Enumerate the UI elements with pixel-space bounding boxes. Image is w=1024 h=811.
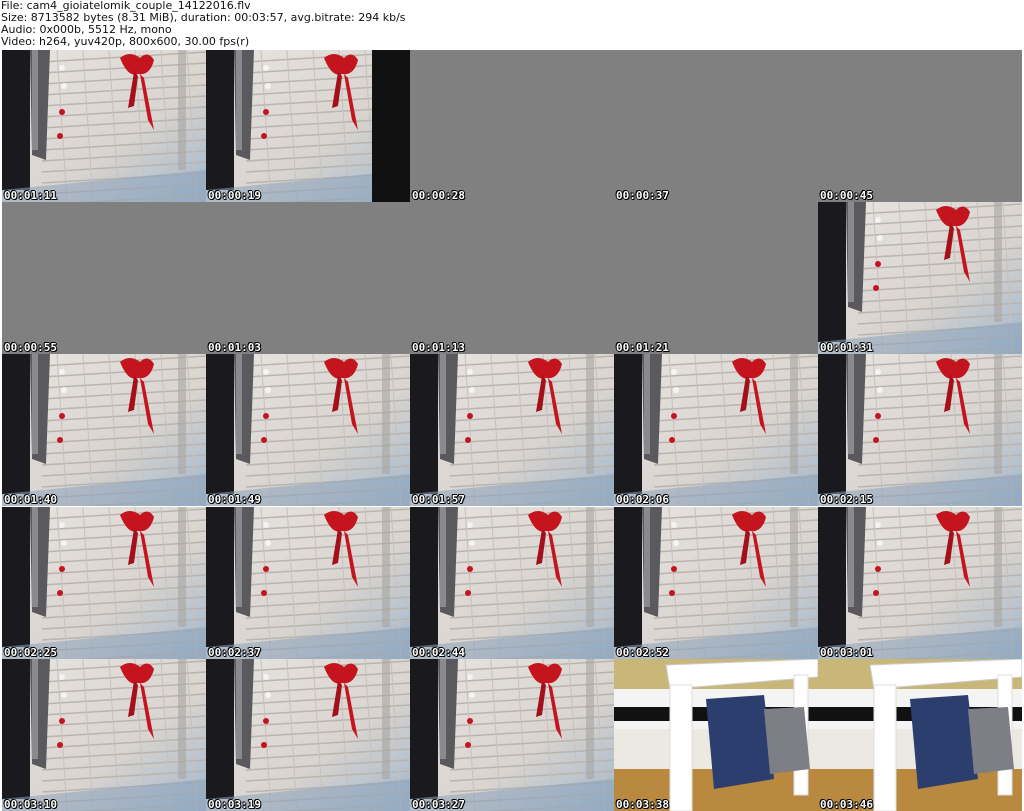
thumbnail-frame: 00:00:55 bbox=[2, 202, 206, 355]
thumbnail-timestamp: 00:03:27 bbox=[412, 797, 465, 811]
thumbnail-frame: 00:02:25 bbox=[2, 506, 206, 659]
thumbnail-timestamp: 00:01:03 bbox=[208, 341, 261, 355]
video-info-line: Video: h264, yuv420p, 800x600, 30.00 fps… bbox=[1, 35, 250, 48]
thumbnail-timestamp: 00:02:06 bbox=[616, 493, 669, 507]
thumbnail-frame: 00:03:01 bbox=[818, 506, 1022, 659]
thumbnail-frame: 00:02:06 bbox=[614, 354, 818, 507]
thumbnail-frame: 00:01:49 bbox=[206, 354, 410, 507]
thumbnail-timestamp: 00:03:38 bbox=[616, 797, 669, 811]
thumbnail-timestamp: 00:02:25 bbox=[4, 645, 57, 659]
thumbnail-frame: 00:03:19 bbox=[206, 658, 410, 811]
thumbnail-timestamp: 00:02:37 bbox=[208, 645, 261, 659]
thumbnail-timestamp: 00:03:46 bbox=[820, 797, 873, 811]
thumbnail-frame: 00:00:45 bbox=[818, 50, 1022, 202]
thumbnail-frame: 00:02:15 bbox=[818, 354, 1022, 507]
thumbnail-timestamp: 00:01:57 bbox=[412, 493, 465, 507]
thumbnail-timestamp: 00:02:44 bbox=[412, 645, 465, 659]
thumbnail-timestamp: 00:01:21 bbox=[616, 341, 669, 355]
thumbnail-frame: 00:03:38 bbox=[614, 658, 818, 811]
thumbnail-timestamp: 00:03:10 bbox=[4, 797, 57, 811]
thumbnail-timestamp: 00:02:52 bbox=[616, 645, 669, 659]
thumbnail-timestamp: 00:00:28 bbox=[412, 189, 465, 202]
thumbnail-frame: 00:01:57 bbox=[410, 354, 614, 507]
thumbnail-frame: 00:03:10 bbox=[2, 658, 206, 811]
thumbnail-frame: 00:03:46 bbox=[818, 658, 1022, 811]
file-info-header: File: cam4_gioiatelomik_couple_14122016.… bbox=[0, 0, 1024, 50]
thumbnail-timestamp: 00:02:15 bbox=[820, 493, 873, 507]
thumbnail-frame: 00:02:37 bbox=[206, 506, 410, 659]
thumbnail-frame: 00:00:37 bbox=[614, 50, 818, 202]
thumbnail-frame: 00:01:11 bbox=[2, 50, 206, 202]
thumbnail-frame: 00:01:03 bbox=[206, 202, 410, 355]
thumbnail-timestamp: 00:03:01 bbox=[820, 645, 873, 659]
thumbnail-frame: 00:01:40 bbox=[2, 354, 206, 507]
thumbnail-grid: 00:01:11 00:00:19 00:00:28 00:00:37 00:00:45… bbox=[0, 50, 1024, 811]
thumbnail-frame: 00:01:21 bbox=[614, 202, 818, 355]
thumbnail-timestamp: 00:00:45 bbox=[820, 189, 873, 202]
thumbnail-frame: 00:01:31 bbox=[818, 202, 1022, 355]
thumbnail-frame: 00:02:52 bbox=[614, 506, 818, 659]
thumbnail-timestamp: 00:00:19 bbox=[208, 189, 261, 202]
thumbnail-timestamp: 00:00:37 bbox=[616, 189, 669, 202]
thumbnail-frame: 00:00:28 bbox=[410, 50, 614, 202]
thumbnail-timestamp: 00:01:49 bbox=[208, 493, 261, 507]
thumbnail-timestamp: 00:01:13 bbox=[412, 341, 465, 355]
thumbnail-timestamp: 00:00:55 bbox=[4, 341, 57, 355]
thumbnail-frame: 00:02:44 bbox=[410, 506, 614, 659]
thumbnail-frame: 00:03:27 bbox=[410, 658, 614, 811]
thumbnail-timestamp: 00:03:19 bbox=[208, 797, 261, 811]
thumbnail-frame: 00:00:19 bbox=[206, 50, 410, 202]
thumbnail-timestamp: 00:01:40 bbox=[4, 493, 57, 507]
thumbnail-timestamp: 00:01:31 bbox=[820, 341, 873, 355]
thumbnail-timestamp: 00:01:11 bbox=[4, 189, 57, 202]
thumbnail-frame: 00:01:13 bbox=[410, 202, 614, 355]
